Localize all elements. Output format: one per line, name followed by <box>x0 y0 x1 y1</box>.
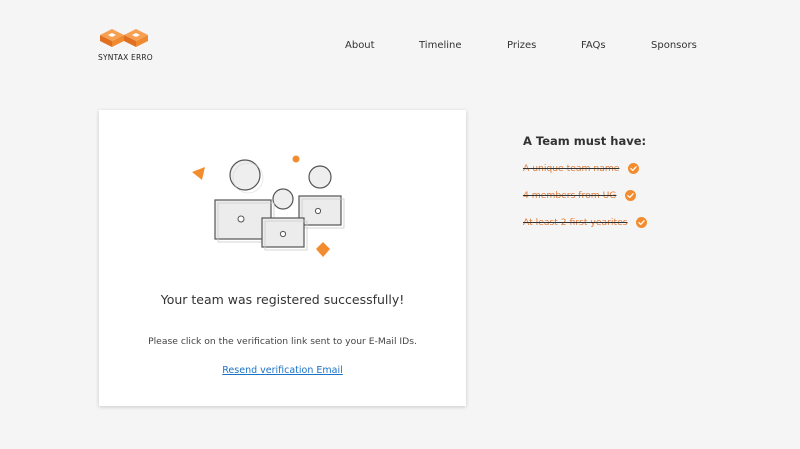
requirement-label: A unique team name <box>523 163 620 174</box>
nav-timeline[interactable]: Timeline <box>419 40 462 51</box>
registration-success-illustration <box>192 155 345 257</box>
requirement-item: 4 members from UG <box>523 190 723 204</box>
registration-success-card: Your team was registered successfully! P… <box>99 110 466 406</box>
requirement-label: At least 2 first yearites <box>523 217 628 228</box>
check-circle-icon <box>628 163 640 174</box>
requirement-item: A unique team name <box>523 163 723 177</box>
main-nav: About Timeline Prizes FAQs Sponsors <box>0 40 800 56</box>
check-circle-icon <box>636 217 648 228</box>
nav-sponsors[interactable]: Sponsors <box>651 40 697 51</box>
requirement-item: At least 2 first yearites <box>523 217 723 231</box>
verification-message: Please click on the verification link se… <box>148 336 417 347</box>
requirement-label: 4 members from UG <box>523 190 617 201</box>
nav-prizes[interactable]: Prizes <box>507 40 536 51</box>
success-heading: Your team was registered successfully! <box>160 292 405 307</box>
nav-faqs[interactable]: FAQs <box>581 40 606 51</box>
team-requirements: A Team must have: A unique team name 4 m… <box>523 134 723 244</box>
check-circle-icon <box>625 190 637 201</box>
requirements-title: A Team must have: <box>523 134 647 148</box>
resend-verification-link[interactable]: Resend verification Email <box>99 365 466 376</box>
nav-about[interactable]: About <box>345 40 375 51</box>
